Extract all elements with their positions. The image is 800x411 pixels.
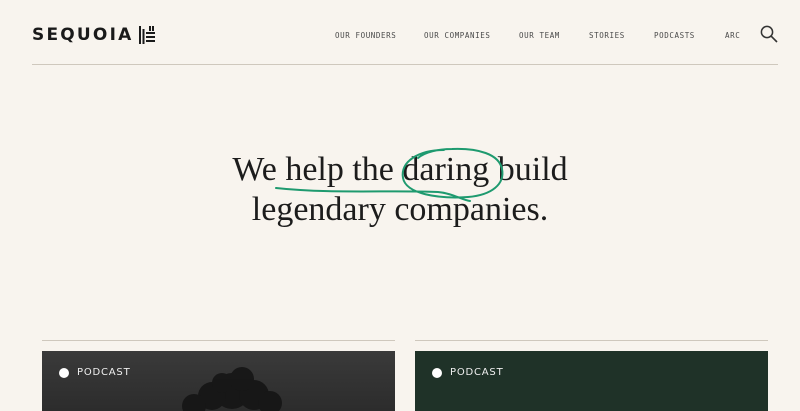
- podcast-card-image: PODCAST: [42, 351, 395, 411]
- nav-arc[interactable]: ARC: [725, 31, 740, 40]
- bullet-dot-icon: [59, 367, 69, 378]
- podcast-card-image: PODCAST: [415, 351, 768, 411]
- podcast-tag: PODCAST: [59, 367, 130, 378]
- hero-headline: We help the daring build legendary compa…: [0, 150, 800, 230]
- podcast-card[interactable]: PODCAST: [415, 340, 768, 411]
- main-nav: OUR FOUNDERS OUR COMPANIES OUR TEAM STOR…: [32, 31, 778, 43]
- nav-stories[interactable]: STORIES: [589, 31, 625, 40]
- site-header: SEQUOIA OUR FOUNDERS OUR COMPANIES OUR T…: [32, 0, 778, 65]
- podcast-tag: PODCAST: [432, 367, 503, 378]
- hero-circled-word: daring: [402, 151, 490, 188]
- search-icon[interactable]: [760, 25, 778, 43]
- tree-silhouette-image: [182, 367, 282, 411]
- nav-our-founders[interactable]: OUR FOUNDERS: [335, 31, 396, 40]
- hero-line-2: legendary companies.: [251, 191, 549, 228]
- hero-underlined-text: help the: [285, 151, 394, 188]
- nav-our-companies[interactable]: OUR COMPANIES: [424, 31, 491, 40]
- podcast-card[interactable]: PODCAST: [42, 340, 395, 411]
- hero-line-1: We help the daring build: [232, 151, 568, 188]
- nav-podcasts[interactable]: PODCASTS: [654, 31, 695, 40]
- nav-our-team[interactable]: OUR TEAM: [519, 31, 560, 40]
- bullet-dot-icon: [432, 367, 442, 378]
